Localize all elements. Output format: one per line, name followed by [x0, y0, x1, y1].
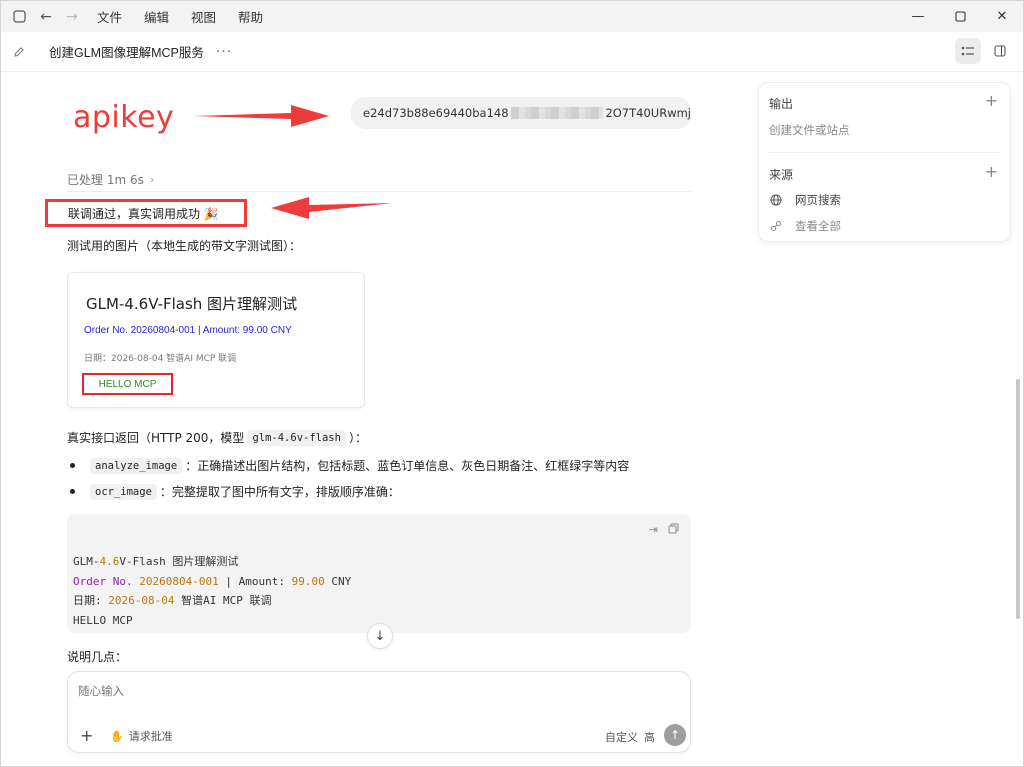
hand-icon: ✋ [110, 729, 124, 743]
menu-help[interactable]: 帮助 [238, 7, 263, 26]
processed-status[interactable]: 已处理 1m 6s › [67, 171, 154, 188]
scrollbar[interactable] [1016, 379, 1020, 619]
chevron-right-icon: › [149, 173, 155, 186]
add-source-icon[interactable]: + [985, 162, 998, 181]
apikey-prefix: e24d73b88e69440ba148 [363, 106, 509, 120]
result-highlight: 联调通过，真实调用成功 🎉 [45, 199, 247, 227]
web-search-item[interactable]: 网页搜索 [769, 192, 841, 208]
menu-bar: 文件 编辑 视图 帮助 [97, 7, 285, 26]
copy-icon[interactable] [668, 523, 679, 537]
return-prefix: 真实接口返回（HTTP 200，模型 [67, 431, 245, 445]
side-panel: 输出 + 创建文件或站点 来源 + 网页搜索 查看全部 [758, 82, 1011, 242]
bullet-dot [70, 463, 75, 468]
window-controls: — ✕ [897, 1, 1023, 32]
send-button[interactable]: ↑ [664, 724, 686, 746]
code-line: HELLO MCP [73, 613, 133, 627]
minimize-icon[interactable]: — [897, 1, 939, 32]
processed-label: 已处理 1m 6s [67, 173, 144, 187]
panel-divider [769, 152, 999, 153]
approval-mode-button[interactable]: ✋ 请求批准 [110, 728, 173, 744]
card-hello-box: HELLO MCP [82, 373, 173, 395]
card-title: GLM-4.6V-Flash 图片理解测试 [86, 295, 298, 313]
menu-file[interactable]: 文件 [97, 7, 122, 26]
sidebar-toggle-icon[interactable] [11, 9, 27, 25]
more-options-icon[interactable]: ··· [216, 44, 232, 60]
list-item: analyze_image ：正确描述出图片结构，包括标题、蓝色订单信息、灰色日… [67, 457, 629, 474]
link-icon [769, 220, 783, 232]
back-arrow-icon[interactable]: ← [35, 6, 57, 28]
code-content: GLM-4.6V-Flash 图片理解测试 Order No. 20260804… [73, 552, 351, 630]
message-input[interactable] [78, 684, 678, 698]
app-window: ← → 文件 编辑 视图 帮助 — ✕ 创建GLM图像理解MCP服务 ··· a… [0, 0, 1024, 767]
divider [67, 191, 691, 192]
user-message-apikey: e24d73b88e69440ba148 2O7T40URwmj [351, 97, 691, 129]
card-order: Order No. 20260804-001 | Amount: 99.00 C… [84, 325, 292, 336]
apikey-suffix: 2O7T40URwmj [605, 106, 691, 120]
custom-mode-button[interactable]: 自定义 [605, 729, 638, 745]
forward-arrow-icon[interactable]: → [61, 6, 83, 28]
globe-icon [769, 194, 783, 206]
bullet-code: ocr_image [90, 483, 157, 500]
menu-view[interactable]: 视图 [191, 7, 216, 26]
code-tools: ⇥ [639, 523, 679, 537]
return-suffix: ）： [348, 431, 367, 445]
bullet-dot [70, 489, 75, 494]
return-summary: 真实接口返回（HTTP 200，模型 glm-4.6v-flash ）： [67, 429, 367, 446]
source-title: 来源 [769, 168, 794, 182]
annotation-arrow-right-icon [193, 105, 329, 127]
bullet-text: ：正确描述出图片结构，包括标题、蓝色订单信息、灰色日期备注、红框绿字等内容 [185, 459, 630, 473]
conversation-title[interactable]: 创建GLM图像理解MCP服务 [49, 42, 204, 61]
close-icon[interactable]: ✕ [981, 1, 1023, 32]
code-line: GLM-4.6V-Flash 图片理解测试 [73, 555, 239, 568]
maximize-icon[interactable] [939, 1, 981, 32]
card-date: 日期：2026-08-04 智谱AI MCP 联调 [84, 354, 237, 364]
view-all-item[interactable]: 查看全部 [769, 218, 841, 234]
apikey-redacted [510, 107, 604, 119]
code-block: ⇥ GLM-4.6V-Flash 图片理解测试 Order No. 202608… [67, 514, 691, 633]
task-list-icon[interactable] [955, 38, 981, 64]
model-code: glm-4.6v-flash [247, 429, 346, 446]
annotation-arrow-left-icon [271, 197, 393, 219]
explain-heading: 说明几点： [67, 650, 128, 664]
approval-label: 请求批准 [128, 730, 173, 743]
edit-icon[interactable] [13, 45, 27, 59]
message-composer: + ✋ 请求批准 自定义 高 ↑ [67, 671, 691, 753]
reasoning-level-button[interactable]: 高 [644, 729, 655, 745]
test-image-card[interactable]: GLM-4.6V-Flash 图片理解测试 Order No. 20260804… [67, 272, 365, 408]
conversation-header: 创建GLM图像理解MCP服务 ··· [1, 32, 1023, 72]
code-line: Order No. 20260804-001 | Amount: 99.00 C… [73, 574, 352, 588]
title-bar: ← → 文件 编辑 视图 帮助 — ✕ [1, 1, 1023, 32]
panel-toggle-icon[interactable] [987, 38, 1013, 64]
add-output-icon[interactable]: + [985, 91, 998, 110]
output-title: 输出 [769, 97, 794, 111]
add-attachment-icon[interactable]: + [80, 726, 93, 745]
view-all-label: 查看全部 [795, 219, 841, 233]
scroll-down-icon[interactable]: ↓ [367, 623, 393, 649]
wrap-icon[interactable]: ⇥ [649, 523, 658, 537]
output-subtitle[interactable]: 创建文件或站点 [769, 122, 850, 138]
code-line: 日期: 2026-08-04 智谱AI MCP 联调 [73, 594, 272, 607]
list-item: ocr_image ：完整提取了图中所有文字，排版顺序准确： [67, 483, 400, 500]
web-search-label: 网页搜索 [795, 193, 841, 207]
result-text: 联调通过，真实调用成功 🎉 [68, 206, 219, 221]
apikey-annotation: apikey [73, 100, 175, 135]
bullet-code: analyze_image [90, 457, 183, 474]
image-caption: 测试用的图片（本地生成的带文字测试图）： [67, 239, 302, 253]
bullet-text: ：完整提取了图中所有文字，排版顺序准确： [159, 485, 400, 499]
menu-edit[interactable]: 编辑 [144, 7, 169, 26]
